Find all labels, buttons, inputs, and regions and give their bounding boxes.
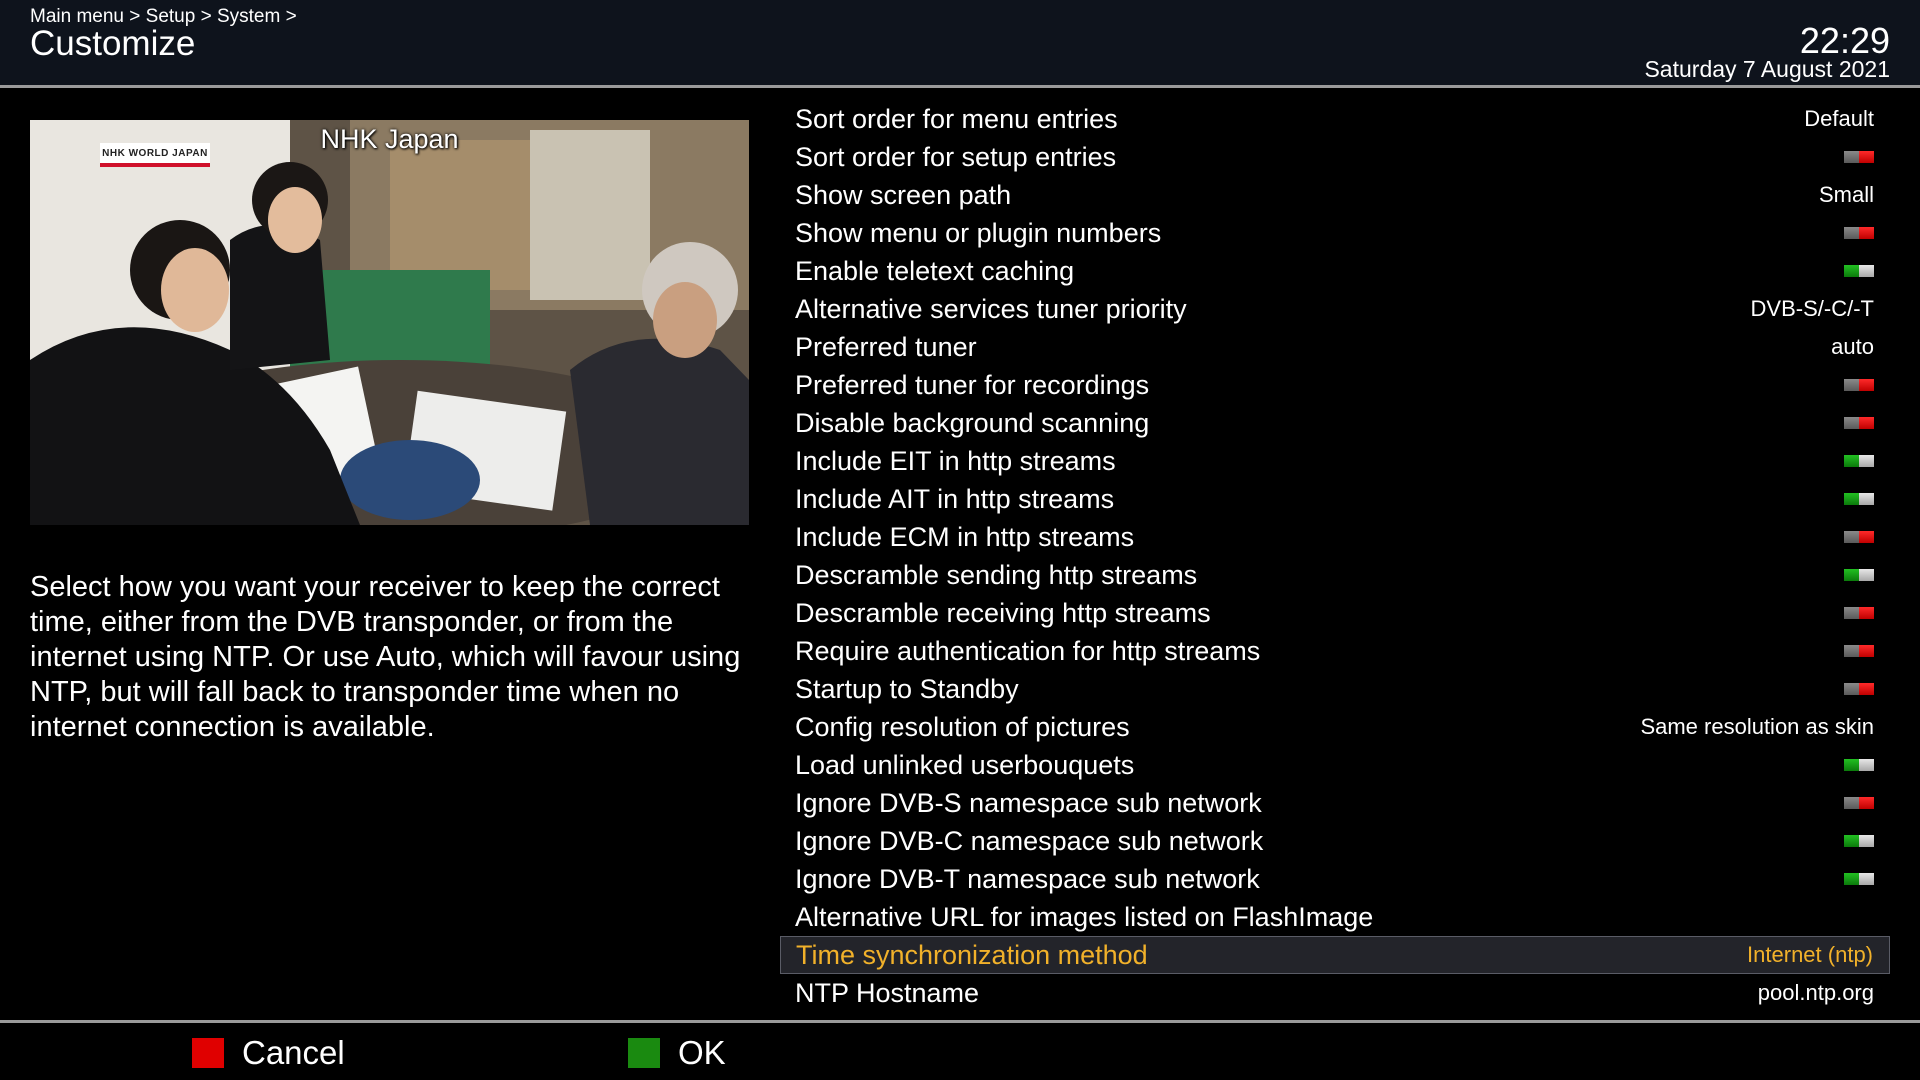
setting-label: Require authentication for http streams <box>795 635 1261 666</box>
setting-label: Ignore DVB-T namespace sub network <box>795 863 1260 894</box>
tv-preview: NHK WORLD JAPAN NHK Japan <box>30 120 749 525</box>
toggle-off-icon[interactable] <box>1844 417 1874 429</box>
setting-label: Startup to Standby <box>795 673 1019 704</box>
setting-label: Load unlinked userbouquets <box>795 749 1135 780</box>
toggle-off-icon[interactable] <box>1844 645 1874 657</box>
setting-label: Sort order for setup entries <box>795 141 1117 172</box>
setting-row[interactable]: Ignore DVB-C namespace sub network <box>780 822 1890 860</box>
setting-label: Ignore DVB-S namespace sub network <box>795 787 1262 818</box>
toggle-off-icon[interactable] <box>1844 683 1874 695</box>
setting-row[interactable]: Include EIT in http streams <box>780 442 1890 480</box>
setting-row[interactable]: Startup to Standby <box>780 670 1890 708</box>
setting-row[interactable]: Preferred tuner for recordings <box>780 366 1890 404</box>
ok-label: OK <box>678 1034 726 1071</box>
setting-row[interactable]: Ignore DVB-T namespace sub network <box>780 860 1890 898</box>
toggle-on-icon[interactable] <box>1844 759 1874 771</box>
setting-row[interactable]: Ignore DVB-S namespace sub network <box>780 784 1890 822</box>
header-bar: Main menu > Setup > System > Customize 2… <box>0 0 1920 88</box>
toggle-off-icon[interactable] <box>1844 379 1874 391</box>
toggle-off-icon[interactable] <box>1844 227 1874 239</box>
toggle-on-icon[interactable] <box>1844 835 1874 847</box>
red-key-icon <box>192 1038 224 1068</box>
setting-label: Sort order for menu entries <box>795 103 1118 134</box>
footer-bar: Cancel OK <box>0 1020 1920 1080</box>
setting-row[interactable]: Preferred tuner auto <box>780 328 1890 366</box>
channel-name: NHK Japan <box>320 124 459 154</box>
setting-label: Preferred tuner for recordings <box>795 369 1150 400</box>
setting-value[interactable]: Same resolution as skin <box>1640 714 1874 740</box>
setting-row[interactable]: Alternative services tuner priority DVB-S… <box>780 290 1890 328</box>
setting-value[interactable]: auto <box>1831 334 1874 360</box>
setting-label: Preferred tuner <box>795 331 977 362</box>
setting-row[interactable]: Include AIT in http streams <box>780 480 1890 518</box>
setting-row[interactable]: Show screen path Small <box>780 176 1890 214</box>
setting-label: Include AIT in http streams <box>795 483 1115 514</box>
toggle-off-icon[interactable] <box>1844 151 1874 163</box>
setting-row[interactable]: Descramble sending http streams <box>780 556 1890 594</box>
setting-label: Descramble receiving http streams <box>795 597 1211 628</box>
setting-row[interactable]: Sort order for setup entries <box>780 138 1890 176</box>
setting-label: Descramble sending http streams <box>795 559 1198 590</box>
setting-label: Alternative URL for images listed on Fla… <box>795 901 1374 932</box>
setting-label: Include ECM in http streams <box>795 521 1135 552</box>
tv-preview-image <box>30 120 749 525</box>
setting-row[interactable]: Require authentication for http streams <box>780 632 1890 670</box>
setting-value[interactable]: pool.ntp.org <box>1758 980 1874 1006</box>
setting-row[interactable]: Descramble receiving http streams <box>780 594 1890 632</box>
setting-value[interactable]: DVB-S/-C/-T <box>1751 296 1874 322</box>
settings-list[interactable]: Sort order for menu entries Default Sort o… <box>780 100 1890 1012</box>
toggle-off-icon[interactable] <box>1844 797 1874 809</box>
setting-row[interactable]: Time synchronization method Internet (ntp… <box>780 936 1890 974</box>
setting-value[interactable]: Small <box>1819 182 1874 208</box>
setting-value[interactable]: Internet (ntp) <box>1747 942 1873 968</box>
setting-label: Enable teletext caching <box>795 255 1075 286</box>
setting-value[interactable]: Default <box>1804 106 1874 132</box>
toggle-on-icon[interactable] <box>1844 569 1874 581</box>
setting-row[interactable]: Load unlinked userbouquets <box>780 746 1890 784</box>
date: Saturday 7 August 2021 <box>1644 56 1890 82</box>
toggle-off-icon[interactable] <box>1844 607 1874 619</box>
green-key-icon <box>628 1038 660 1068</box>
setting-row[interactable]: Show menu or plugin numbers <box>780 214 1890 252</box>
toggle-off-icon[interactable] <box>1844 531 1874 543</box>
setting-label: Alternative services tuner priority <box>795 293 1187 324</box>
toggle-on-icon[interactable] <box>1844 493 1874 505</box>
setting-row[interactable]: Disable background scanning <box>780 404 1890 442</box>
setting-label: Ignore DVB-C namespace sub network <box>795 825 1264 856</box>
setting-row[interactable]: Enable teletext caching <box>780 252 1890 290</box>
toggle-on-icon[interactable] <box>1844 873 1874 885</box>
setting-label: Config resolution of pictures <box>795 711 1130 742</box>
setting-row[interactable]: Alternative URL for images listed on Fla… <box>780 898 1890 936</box>
help-description: Select how you want your receiver to kee… <box>30 571 741 743</box>
cancel-button[interactable]: Cancel <box>192 1034 345 1071</box>
setting-row[interactable]: Sort order for menu entries Default <box>780 100 1890 138</box>
setting-row[interactable]: NTP Hostname pool.ntp.org <box>780 974 1890 1012</box>
toggle-on-icon[interactable] <box>1844 455 1874 467</box>
ok-button[interactable]: OK <box>628 1034 726 1071</box>
setting-label: Show menu or plugin numbers <box>795 217 1162 248</box>
page-title: Customize <box>30 24 196 63</box>
setting-row[interactable]: Include ECM in http streams <box>780 518 1890 556</box>
setting-label: Disable background scanning <box>795 407 1150 438</box>
cancel-label: Cancel <box>242 1034 345 1071</box>
setting-label: NTP Hostname <box>795 977 980 1008</box>
setting-label: Include EIT in http streams <box>795 445 1116 476</box>
toggle-on-icon[interactable] <box>1844 265 1874 277</box>
setting-label: Show screen path <box>795 179 1012 210</box>
setting-label: Time synchronization method <box>796 939 1148 970</box>
setting-row[interactable]: Config resolution of pictures Same resolu… <box>780 708 1890 746</box>
